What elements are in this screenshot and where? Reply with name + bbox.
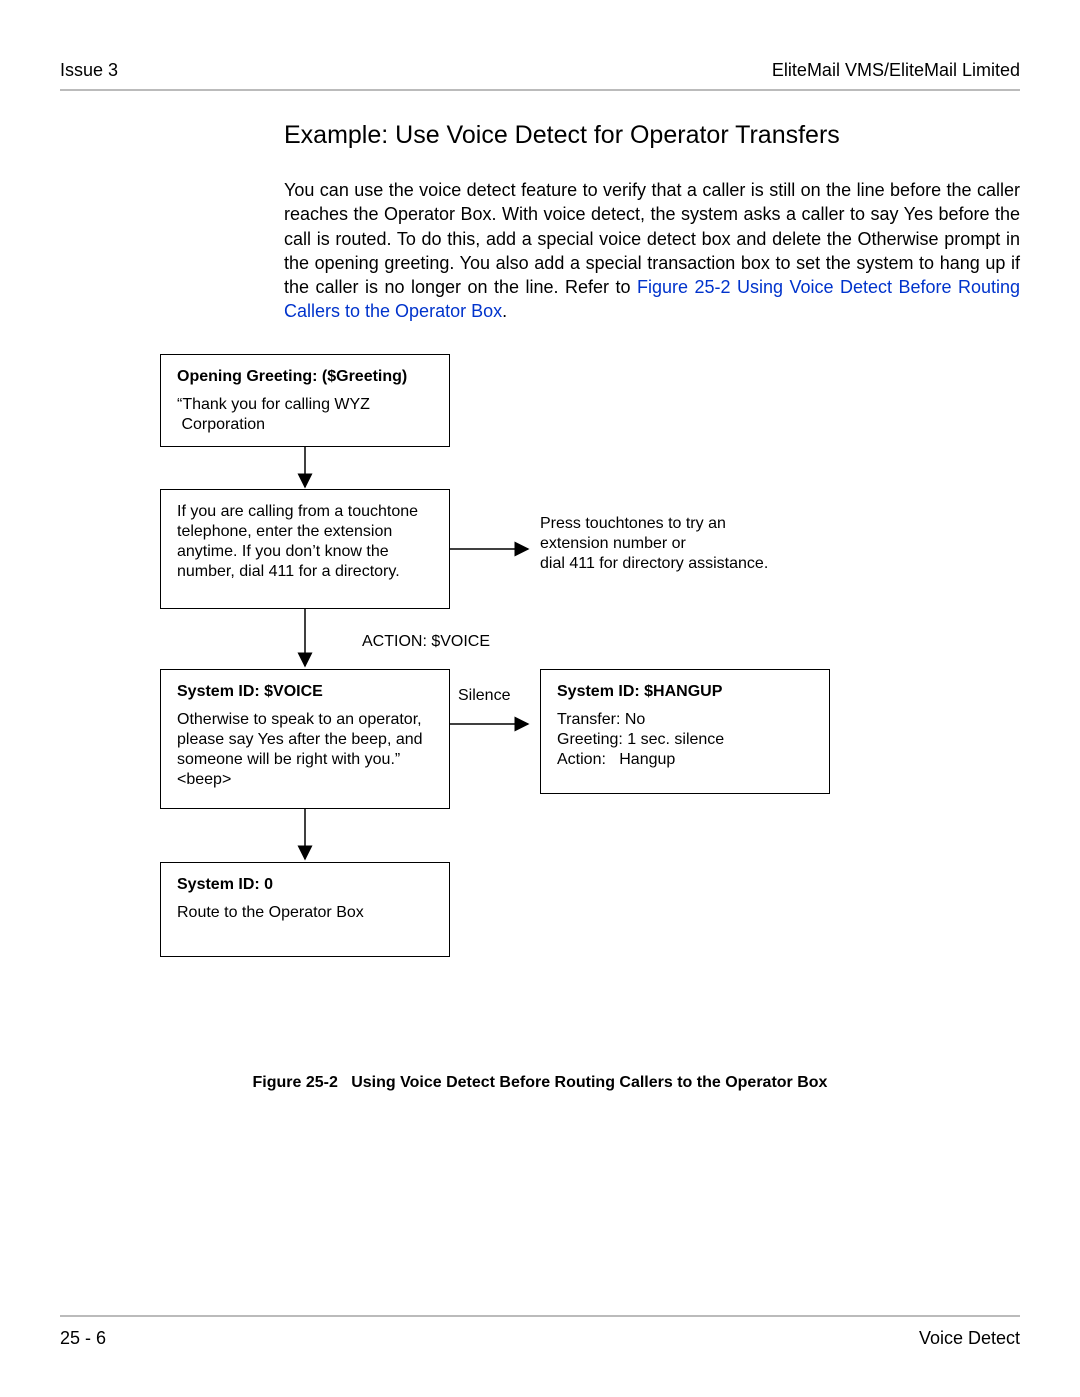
box-voice-detect-title: System ID: $VOICE xyxy=(177,682,433,702)
figure-caption: Figure 25-2 Using Voice Detect Before Ro… xyxy=(60,1074,1020,1092)
box-opening-greeting-title: Opening Greeting: ($Greeting) xyxy=(177,367,433,387)
footer-rule-wrap xyxy=(60,1315,1020,1317)
content-block: Example: Use Voice Detect for Operator T… xyxy=(284,121,1020,324)
box-hangup-line1: Transfer: No xyxy=(557,710,813,730)
section-title: Example: Use Voice Detect for Operator T… xyxy=(284,121,1020,150)
box-hangup-line3: Action: Hangup xyxy=(557,750,813,770)
box-voice-detect: System ID: $VOICE Otherwise to speak to … xyxy=(160,669,450,809)
box-hangup: System ID: $HANGUP Transfer: No Greeting… xyxy=(540,669,830,794)
box-opening-greeting-text: “Thank you for calling WYZ Corporation xyxy=(177,395,433,435)
box-operator-route-title: System ID: 0 xyxy=(177,875,433,895)
silence-label: Silence xyxy=(458,686,510,706)
page: Issue 3 EliteMail VMS/EliteMail Limited … xyxy=(0,0,1080,1397)
box-hangup-line2: Greeting: 1 sec. silence xyxy=(557,730,813,750)
page-footer: 25 - 6 Voice Detect xyxy=(60,1328,1020,1349)
action-voice-label: ACTION: $VOICE xyxy=(362,632,490,652)
page-header: Issue 3 EliteMail VMS/EliteMail Limited xyxy=(60,60,1020,81)
footer-rule xyxy=(60,1315,1020,1317)
header-rule xyxy=(60,89,1020,91)
header-left: Issue 3 xyxy=(60,60,118,81)
flowchart-diagram: Opening Greeting: ($Greeting) “Thank you… xyxy=(60,354,1020,1034)
footer-left: 25 - 6 xyxy=(60,1328,106,1349)
touchtone-side-note: Press touchtones to try an extension num… xyxy=(540,514,770,574)
box-voice-detect-text: Otherwise to speak to an operator, pleas… xyxy=(177,710,433,790)
body-text-b: . xyxy=(502,301,507,321)
box-opening-greeting: Opening Greeting: ($Greeting) “Thank you… xyxy=(160,354,450,447)
box-operator-route: System ID: 0 Route to the Operator Box xyxy=(160,862,450,957)
box-operator-route-text: Route to the Operator Box xyxy=(177,903,433,923)
body-paragraph: You can use the voice detect feature to … xyxy=(284,178,1020,324)
box-touchtone-prompt: If you are calling from a touchtone tele… xyxy=(160,489,450,609)
footer-right: Voice Detect xyxy=(919,1328,1020,1349)
box-hangup-title: System ID: $HANGUP xyxy=(557,682,813,702)
header-right: EliteMail VMS/EliteMail Limited xyxy=(772,60,1020,81)
box-touchtone-prompt-text: If you are calling from a touchtone tele… xyxy=(177,502,433,582)
